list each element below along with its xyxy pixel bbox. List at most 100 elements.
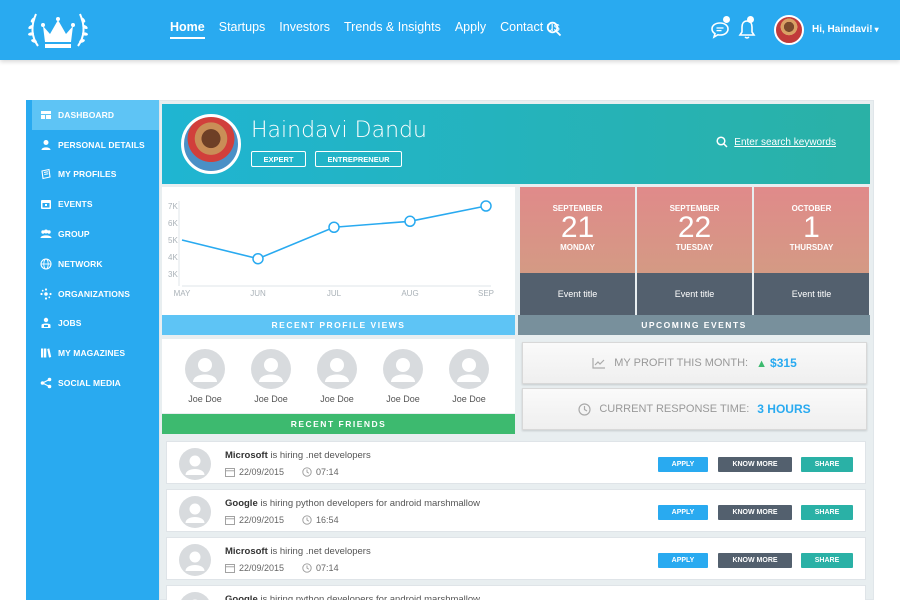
recent-friends-list: Joe Doe Joe Doe Joe Doe Joe Doe Joe Doe	[162, 339, 515, 413]
profile-name: Haindavi Dandu	[251, 118, 427, 143]
main-nav: Home Startups Investors Trends & Insight…	[170, 20, 560, 39]
y-tick-label: 3K	[168, 270, 178, 279]
friend-name: Joe Doe	[452, 394, 486, 404]
sidebar-item-organizations[interactable]: Organizations	[26, 279, 159, 309]
crown-laurel-logo[interactable]	[24, 6, 92, 54]
job-date: 22/09/2015	[239, 515, 285, 525]
job-company[interactable]: Google	[225, 498, 258, 509]
sidebar-item-social-media[interactable]: Social Media	[26, 368, 159, 398]
data-point	[328, 221, 340, 233]
y-tick-label: 6K	[168, 219, 178, 228]
globe-icon	[40, 258, 52, 270]
event-day: 21	[560, 211, 595, 244]
sidebar: Dashboard Personal Details My Profiles Even…	[26, 100, 159, 600]
profile-avatar[interactable]	[181, 114, 241, 174]
apply-button[interactable]: APPLY	[658, 553, 708, 568]
nav-trends-insights[interactable]: Trends & Insights	[344, 20, 441, 39]
job-company[interactable]: Microsoft	[225, 546, 268, 557]
sidebar-item-label: Organizations	[58, 288, 130, 299]
friend-item[interactable]: Joe Doe	[378, 349, 428, 404]
friend-name: Joe Doe	[386, 394, 420, 404]
event-card[interactable]: OCTOBER 1 THURSDAY Event title	[754, 187, 869, 315]
clock-icon	[578, 402, 591, 416]
friend-item[interactable]: Joe Doe	[312, 349, 362, 404]
job-time: 07:14	[316, 563, 339, 573]
apply-button[interactable]: APPLY	[658, 457, 708, 472]
sidebar-item-label: My Profiles	[58, 169, 117, 180]
event-title[interactable]: Event title	[637, 273, 752, 315]
event-weekday: MONDAY	[560, 243, 595, 252]
user-icon	[41, 139, 51, 150]
response-time-label: CURRENT RESPONSE TIME:	[599, 403, 750, 415]
search-icon[interactable]	[546, 21, 562, 37]
sidebar-item-group[interactable]: Group	[26, 219, 159, 249]
event-day: 1	[803, 211, 820, 244]
share-button[interactable]: SHARE	[801, 505, 853, 520]
data-point	[252, 252, 264, 265]
nav-investors[interactable]: Investors	[279, 20, 330, 39]
friend-item[interactable]: Joe Doe	[444, 349, 494, 404]
sidebar-item-personal-details[interactable]: Personal Details	[26, 130, 159, 160]
chat-notification-dot	[723, 16, 730, 23]
sidebar-item-events[interactable]: Events	[26, 189, 159, 219]
y-tick-label: 7K	[168, 202, 178, 211]
person-placeholder-icon	[317, 349, 357, 389]
sidebar-item-label: Dashboard	[58, 109, 115, 120]
job-row: Google is hiring python developers for a…	[166, 585, 866, 600]
sidebar-item-jobs[interactable]: Jobs	[26, 309, 159, 339]
friend-item[interactable]: Joe Doe	[246, 349, 296, 404]
calendar-icon	[225, 564, 235, 573]
person-placeholder-icon	[185, 349, 225, 389]
share-icon	[40, 377, 52, 389]
apply-button[interactable]: APPLY	[658, 505, 708, 520]
know-more-button[interactable]: KNOW MORE	[718, 505, 792, 520]
event-date: OCTOBER 1 THURSDAY	[754, 187, 869, 273]
clock-icon	[302, 563, 312, 573]
tag-expert[interactable]: EXPERT	[251, 151, 306, 167]
event-title[interactable]: Event title	[520, 273, 635, 315]
response-time-stat: CURRENT RESPONSE TIME: 3 HOURS	[522, 388, 867, 430]
event-title[interactable]: Event title	[754, 273, 869, 315]
job-date: 22/09/2015	[239, 563, 285, 573]
response-time-value: 3 HOURS	[757, 402, 811, 416]
sidebar-item-my-magazines[interactable]: My Magazines	[26, 338, 159, 368]
know-more-button[interactable]: KNOW MORE	[718, 457, 792, 472]
clock-icon	[302, 467, 312, 477]
know-more-button[interactable]: KNOW MORE	[718, 553, 792, 568]
nav-apply[interactable]: Apply	[455, 20, 486, 39]
sidebar-item-my-profiles[interactable]: My Profiles	[26, 160, 159, 190]
user-greeting[interactable]: Hi, Haindavi! ▾	[812, 24, 879, 35]
line-chart-icon	[592, 358, 606, 369]
y-tick-label: 4K	[168, 253, 178, 262]
job-title: Google is hiring python developers for a…	[225, 498, 480, 509]
calendar-icon	[225, 516, 235, 525]
event-weekday: THURSDAY	[789, 243, 834, 252]
sidebar-item-network[interactable]: Network	[26, 249, 159, 279]
friend-item[interactable]: Joe Doe	[180, 349, 230, 404]
group-icon	[40, 229, 52, 239]
sidebar-item-label: Group	[58, 229, 90, 240]
event-card[interactable]: SEPTEMBER 22 TUESDAY Event title	[637, 187, 752, 315]
event-date: SEPTEMBER 21 MONDAY	[520, 187, 635, 273]
job-company[interactable]: Google	[225, 594, 258, 600]
arrow-up-icon: ▲	[756, 358, 767, 370]
x-tick-label: JUN	[250, 289, 266, 298]
sidebar-item-dashboard[interactable]: Dashboard	[32, 100, 159, 130]
share-button[interactable]: SHARE	[801, 457, 853, 472]
event-card[interactable]: SEPTEMBER 21 MONDAY Event title	[520, 187, 635, 315]
share-button[interactable]: SHARE	[801, 553, 853, 568]
nav-startups[interactable]: Startups	[219, 20, 266, 39]
tag-entrepreneur[interactable]: ENTREPRENEUR	[315, 151, 402, 167]
x-tick-label: SEP	[478, 289, 494, 298]
x-tick-label: MAY	[174, 289, 191, 298]
nav-home[interactable]: Home	[170, 20, 205, 39]
top-navigation-bar: Home Startups Investors Trends & Insight…	[0, 0, 900, 60]
user-avatar[interactable]	[774, 15, 804, 45]
keyword-search[interactable]: Enter search keywords	[716, 136, 836, 148]
person-placeholder-icon	[251, 349, 291, 389]
job-company[interactable]: Microsoft	[225, 450, 268, 461]
company-avatar	[179, 496, 211, 528]
job-meta: 22/09/2015 07:14	[225, 563, 339, 573]
x-tick-label: AUG	[401, 289, 418, 298]
job-title: Microsoft is hiring .net developers	[225, 450, 371, 461]
